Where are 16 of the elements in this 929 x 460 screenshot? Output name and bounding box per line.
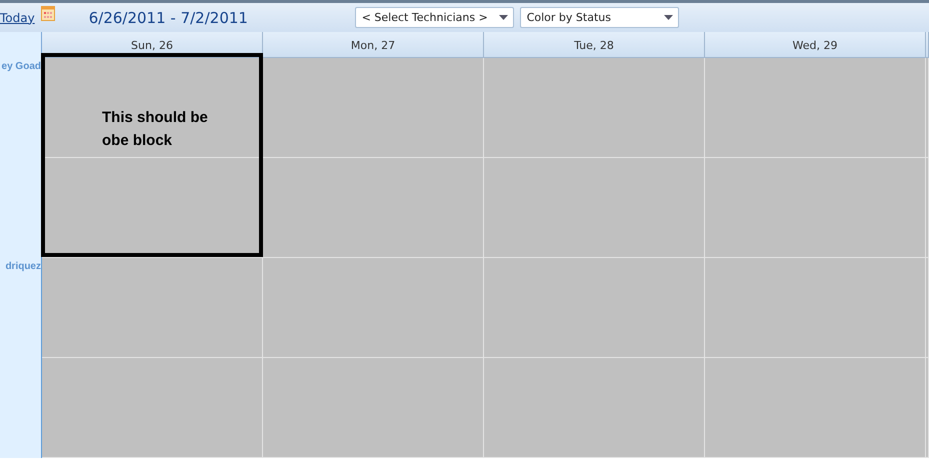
date-range: 6/26/2011 - 7/2/2011 (88, 8, 249, 26)
resource-label: ey Goad (0, 58, 42, 258)
day-header: Wed, 29 (705, 32, 926, 58)
resource-label: driquez (0, 258, 42, 458)
header-corner (0, 32, 42, 58)
technician-dropdown[interactable]: < Select Technicians > (354, 7, 514, 28)
day-header: Mon, 27 (263, 32, 484, 58)
caret-icon (498, 15, 508, 20)
color-dropdown[interactable]: Color by Status (520, 7, 679, 28)
day-header: Tue, 28 (484, 32, 705, 58)
day-header (926, 32, 929, 58)
calendar-icon[interactable] (40, 4, 55, 20)
time-slot[interactable] (42, 158, 263, 258)
caret-icon (664, 15, 673, 20)
today-link[interactable]: Today (0, 10, 35, 24)
annotation-text: This should be obe block (102, 108, 209, 151)
